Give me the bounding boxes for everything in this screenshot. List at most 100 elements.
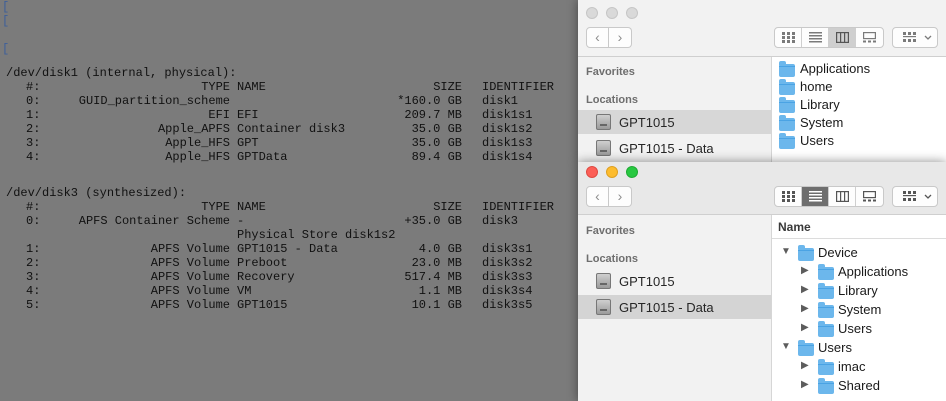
- back-button[interactable]: ‹: [586, 186, 609, 207]
- file-item[interactable]: home: [772, 78, 946, 96]
- cell-name: NAME: [237, 200, 266, 214]
- cell-id: disk3s5: [482, 298, 533, 312]
- cell-type: APFS Volume: [150, 242, 230, 256]
- group-by-icon: [903, 191, 916, 201]
- disclosure-collapsed-icon[interactable]: ▶: [801, 360, 809, 371]
- cell-name: VM: [237, 284, 252, 298]
- cell-name: Preboot: [237, 256, 288, 270]
- finder-sidebar: Favorites Locations GPT1015 GPT1015 - Da…: [578, 57, 772, 162]
- folder-icon: [779, 79, 795, 95]
- disclosure-collapsed-icon[interactable]: ▶: [801, 284, 809, 295]
- sidebar-item-gpt1015-data[interactable]: GPT1015 - Data: [578, 295, 771, 319]
- chevron-down-icon: [924, 35, 932, 40]
- column-header-name[interactable]: Name: [772, 215, 946, 239]
- cell-id: disk1s3: [482, 136, 533, 150]
- tree-row[interactable]: ▶ Shared: [772, 376, 946, 395]
- list-view-icon: [809, 32, 822, 43]
- cell-type: APFS Volume: [150, 270, 230, 284]
- cell-type: GUID_partition_scheme: [78, 94, 230, 108]
- hard-disk-icon: [596, 140, 611, 156]
- disclosure-collapsed-icon[interactable]: ▶: [801, 322, 809, 333]
- disclosure-collapsed-icon[interactable]: ▶: [801, 379, 809, 390]
- finder-toolbar: ‹ ›: [578, 162, 946, 215]
- disclosure-collapsed-icon[interactable]: ▶: [801, 303, 809, 314]
- zoom-button[interactable]: [626, 166, 638, 178]
- cell-size: 35.0 GB: [411, 136, 462, 150]
- file-item[interactable]: Users: [772, 132, 946, 150]
- file-item[interactable]: Library: [772, 96, 946, 114]
- cell-size: 23.0 MB: [411, 256, 462, 270]
- gallery-view-button[interactable]: [856, 187, 883, 206]
- zoom-button[interactable]: [626, 7, 638, 19]
- terminal-window[interactable]: [ [ [ /dev/disk1 (internal, physical): #…: [0, 0, 578, 401]
- list-view-button[interactable]: [802, 28, 829, 47]
- cell-size: 209.7 MB: [404, 108, 462, 122]
- folder-icon: [779, 115, 795, 131]
- gallery-view-icon: [863, 191, 876, 202]
- tree-row[interactable]: ▶ Users: [772, 319, 946, 338]
- group-by-button[interactable]: [892, 27, 938, 48]
- column-view-button[interactable]: [829, 28, 856, 47]
- cell-type: APFS Volume: [150, 284, 230, 298]
- tree-row[interactable]: ▶ System: [772, 300, 946, 319]
- hard-disk-icon: [596, 299, 611, 315]
- disclosure-expanded-icon[interactable]: ▼: [781, 246, 791, 257]
- tree-row[interactable]: ▼ Device: [772, 243, 946, 262]
- list-view-button[interactable]: [802, 187, 829, 206]
- cell-name: GPTData: [237, 150, 288, 164]
- cell-type: TYPE: [201, 80, 230, 94]
- cell-id: disk1s4: [482, 150, 533, 164]
- gallery-view-button[interactable]: [856, 28, 883, 47]
- close-button[interactable]: [586, 166, 598, 178]
- cell-id: disk3s1: [482, 242, 533, 256]
- cell-size: 89.4 GB: [411, 150, 462, 164]
- sidebar-section-locations: Locations: [586, 94, 638, 106]
- forward-button[interactable]: ›: [609, 186, 632, 207]
- back-button[interactable]: ‹: [586, 27, 609, 48]
- file-item[interactable]: Applications: [772, 60, 946, 78]
- file-item[interactable]: System: [772, 114, 946, 132]
- close-button[interactable]: [586, 7, 598, 19]
- cell-id: IDENTIFIER: [482, 200, 555, 214]
- cell-size: 35.0 GB: [411, 122, 462, 136]
- cell-name: Recovery: [237, 270, 295, 284]
- finder-window-gpt1015[interactable]: ‹ › Favorites Locations GPT1015 GPT1015 …: [578, 0, 946, 162]
- tree-row[interactable]: ▶ Applications: [772, 262, 946, 281]
- disk3-header: /dev/disk3 (synthesized):: [6, 186, 187, 200]
- forward-button[interactable]: ›: [609, 27, 632, 48]
- cell-name: Physical Store disk1s2: [237, 228, 396, 242]
- disk1-header: /dev/disk1 (internal, physical):: [6, 66, 237, 80]
- tree-row[interactable]: ▶ imac: [772, 357, 946, 376]
- disclosure-expanded-icon[interactable]: ▼: [781, 341, 791, 352]
- cell-name: GPT1015 - Data: [237, 242, 338, 256]
- finder-window-gpt1015-data[interactable]: ‹ › Favorites Locations GPT1015 GPT1015 …: [578, 162, 946, 401]
- group-by-button[interactable]: [892, 186, 938, 207]
- sidebar-section-favorites: Favorites: [586, 225, 635, 237]
- tree-row[interactable]: ▶ Library: [772, 281, 946, 300]
- minimize-button[interactable]: [606, 166, 618, 178]
- sidebar-item-gpt1015[interactable]: GPT1015: [578, 110, 771, 134]
- grid-view-icon: [782, 191, 795, 202]
- cell-name: Container disk3: [237, 122, 346, 136]
- sidebar-item-gpt1015[interactable]: GPT1015: [578, 269, 771, 293]
- cell-size: SIZE: [433, 200, 462, 214]
- finder-list-content: Name ▼ Device ▶ Applications ▶ Library ▶ System…: [772, 215, 946, 401]
- cell-size: 1.1 MB: [418, 284, 462, 298]
- icon-view-button[interactable]: [775, 28, 802, 47]
- cell-size: 4.0 GB: [418, 242, 462, 256]
- folder-icon: [798, 245, 814, 261]
- gallery-view-icon: [863, 32, 876, 43]
- group-by-icon: [903, 32, 916, 42]
- column-view-button[interactable]: [829, 187, 856, 206]
- column-view-icon: [836, 191, 849, 202]
- cell-type: Apple_HFS: [165, 150, 230, 164]
- sidebar-item-gpt1015-data[interactable]: GPT1015 - Data: [578, 136, 771, 160]
- cell-type: Apple_HFS: [165, 136, 230, 150]
- minimize-button[interactable]: [606, 7, 618, 19]
- tree-row[interactable]: ▼ Users: [772, 338, 946, 357]
- finder-sidebar: Favorites Locations GPT1015 GPT1015 - Da…: [578, 215, 772, 401]
- disclosure-collapsed-icon[interactable]: ▶: [801, 265, 809, 276]
- icon-view-button[interactable]: [775, 187, 802, 206]
- cell-name: NAME: [237, 80, 266, 94]
- cell-type: TYPE: [201, 200, 230, 214]
